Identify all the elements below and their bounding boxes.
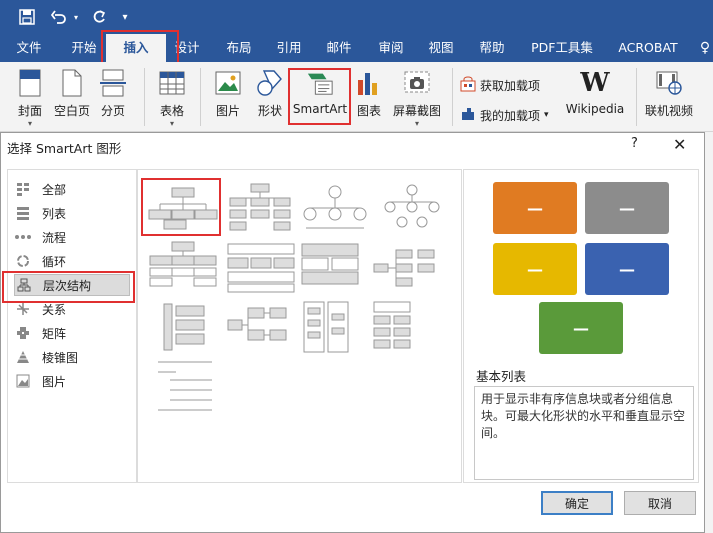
tab-help[interactable]: 帮助 — [469, 34, 515, 62]
category-item-all[interactable]: 全部 — [14, 178, 130, 200]
cycle-icon — [14, 253, 32, 269]
screenshot-icon — [403, 68, 431, 98]
highlight-hierarchy-category — [2, 271, 135, 303]
blank-page-button[interactable]: 空白页 — [52, 68, 92, 119]
highlight-insert-tab — [101, 30, 179, 66]
category-item-list[interactable]: 列表 — [14, 202, 130, 224]
preview-shape-orange: — — [493, 182, 577, 234]
title-bar: ▾ ▾ — [0, 0, 713, 34]
layout-table-hierarchy[interactable] — [224, 240, 298, 296]
layout-architecture[interactable] — [298, 240, 372, 296]
tab-pdf-tools[interactable]: PDF工具集 — [524, 34, 600, 62]
ribbon-insert: 封面 ▾ 空白页 分页 表格 ▾ 图片 形状 SmartArt 图表 屏幕截图 … — [0, 62, 713, 132]
layout-labeled-hierarchy[interactable] — [372, 180, 446, 236]
tab-file[interactable]: 文件 — [6, 34, 52, 62]
chevron-down-icon: ▾ — [169, 119, 174, 128]
chart-button[interactable]: 图表 — [352, 68, 386, 119]
layout-horizontal-org[interactable] — [224, 300, 298, 356]
ribbon-separator — [452, 68, 453, 126]
smartart-dialog: 选择 SmartArt 图形 ? ✕ 全部 列表 流程 循环 层次结构 关系 矩… — [0, 132, 705, 533]
ok-button[interactable]: 确定 — [541, 491, 613, 515]
cover-page-button[interactable]: 封面 ▾ — [10, 68, 50, 128]
page-break-button[interactable]: 分页 — [96, 68, 130, 119]
shapes-icon — [256, 68, 284, 98]
dialog-title: 选择 SmartArt 图形 — [7, 141, 122, 156]
category-item-pyramid[interactable]: 棱锥图 — [14, 346, 130, 368]
page-break-icon — [99, 68, 127, 98]
tab-layout[interactable]: 布局 — [216, 34, 262, 62]
online-video-icon — [655, 68, 683, 98]
category-item-matrix[interactable]: 矩阵 — [14, 322, 130, 344]
my-addins-button[interactable]: 我的加载项 ▾ — [460, 104, 549, 126]
highlight-smartart-button — [288, 68, 351, 125]
layout-table-list[interactable] — [372, 300, 446, 356]
layout-hierarchy-names[interactable] — [224, 180, 298, 236]
tab-overflow-icon[interactable]: ♀ — [698, 34, 712, 62]
category-item-picture[interactable]: 图片 — [14, 370, 130, 392]
online-video-button[interactable]: 联机视频 — [642, 68, 696, 119]
relationship-icon — [14, 301, 32, 317]
table-icon — [158, 68, 186, 98]
cancel-button[interactable]: 取消 — [624, 491, 696, 515]
help-button[interactable]: ? — [631, 136, 638, 151]
redo-icon[interactable] — [88, 6, 110, 28]
preview-shape-green: — — [539, 302, 623, 354]
undo-icon[interactable] — [48, 6, 70, 28]
chevron-down-icon: ▾ — [27, 119, 32, 128]
tab-acrobat[interactable]: ACROBAT — [608, 34, 688, 62]
customize-qat-icon[interactable]: ▾ — [118, 6, 132, 28]
addins-icon — [460, 106, 476, 125]
chevron-down-icon: ▾ — [544, 110, 549, 120]
category-list: 全部 列表 流程 循环 层次结构 关系 矩阵 棱锥图 图片 — [7, 169, 137, 483]
undo-dropdown-icon[interactable]: ▾ — [70, 6, 82, 28]
preview-title: 基本列表 — [476, 369, 527, 384]
layout-lined-list[interactable] — [146, 358, 220, 414]
preview-description: 用于显示非有序信息块或者分组信息块。可最大化形状的水平和垂直显示空间。 — [474, 386, 694, 480]
process-icon — [14, 229, 32, 245]
store-icon — [460, 76, 476, 95]
chart-icon — [355, 68, 383, 98]
blank-page-icon — [58, 68, 86, 98]
layout-circle-hierarchy[interactable] — [298, 180, 372, 236]
category-item-process[interactable]: 流程 — [14, 226, 130, 248]
all-icon — [14, 181, 32, 197]
preview-shape-gold: — — [493, 243, 577, 295]
tab-mailings[interactable]: 邮件 — [316, 34, 362, 62]
picture-button[interactable]: 图片 — [210, 68, 246, 119]
tab-review[interactable]: 审阅 — [368, 34, 414, 62]
get-addins-button[interactable]: 获取加载项 — [460, 74, 540, 96]
ribbon-separator — [144, 68, 145, 126]
close-icon[interactable]: ✕ — [673, 135, 686, 154]
chevron-down-icon: ▾ — [414, 119, 419, 128]
shapes-button[interactable]: 形状 — [252, 68, 288, 119]
layout-preview: — — — — — 基本列表 用于显示非有序信息块或者分组信息块。可最大化形状的… — [463, 169, 699, 483]
layout-bracket-list[interactable] — [146, 300, 220, 356]
pyramid-icon — [14, 349, 32, 365]
picture-icon — [14, 373, 32, 389]
ribbon-separator — [636, 68, 637, 126]
layout-vertical-hierarchy[interactable] — [298, 300, 372, 356]
layout-horizontal-hierarchy[interactable] — [372, 240, 446, 296]
cover-page-icon — [16, 68, 44, 98]
preview-shape-blue: — — [585, 243, 669, 295]
picture-icon — [214, 68, 242, 98]
wikipedia-button[interactable]: W Wikipedia — [564, 68, 626, 116]
wikipedia-icon: W — [580, 68, 610, 98]
layout-hierarchy-list[interactable] — [146, 240, 220, 296]
preview-shape-gray: — — [585, 182, 669, 234]
tab-references[interactable]: 引用 — [266, 34, 312, 62]
ribbon-separator — [200, 68, 201, 126]
list-icon — [14, 205, 32, 221]
screenshot-button[interactable]: 屏幕截图 ▾ — [390, 68, 444, 128]
category-item-cycle[interactable]: 循环 — [14, 250, 130, 272]
matrix-icon — [14, 325, 32, 341]
highlight-selected-layout — [141, 178, 221, 236]
table-button[interactable]: 表格 ▾ — [154, 68, 190, 128]
save-icon[interactable] — [16, 6, 38, 28]
tab-view[interactable]: 视图 — [418, 34, 464, 62]
